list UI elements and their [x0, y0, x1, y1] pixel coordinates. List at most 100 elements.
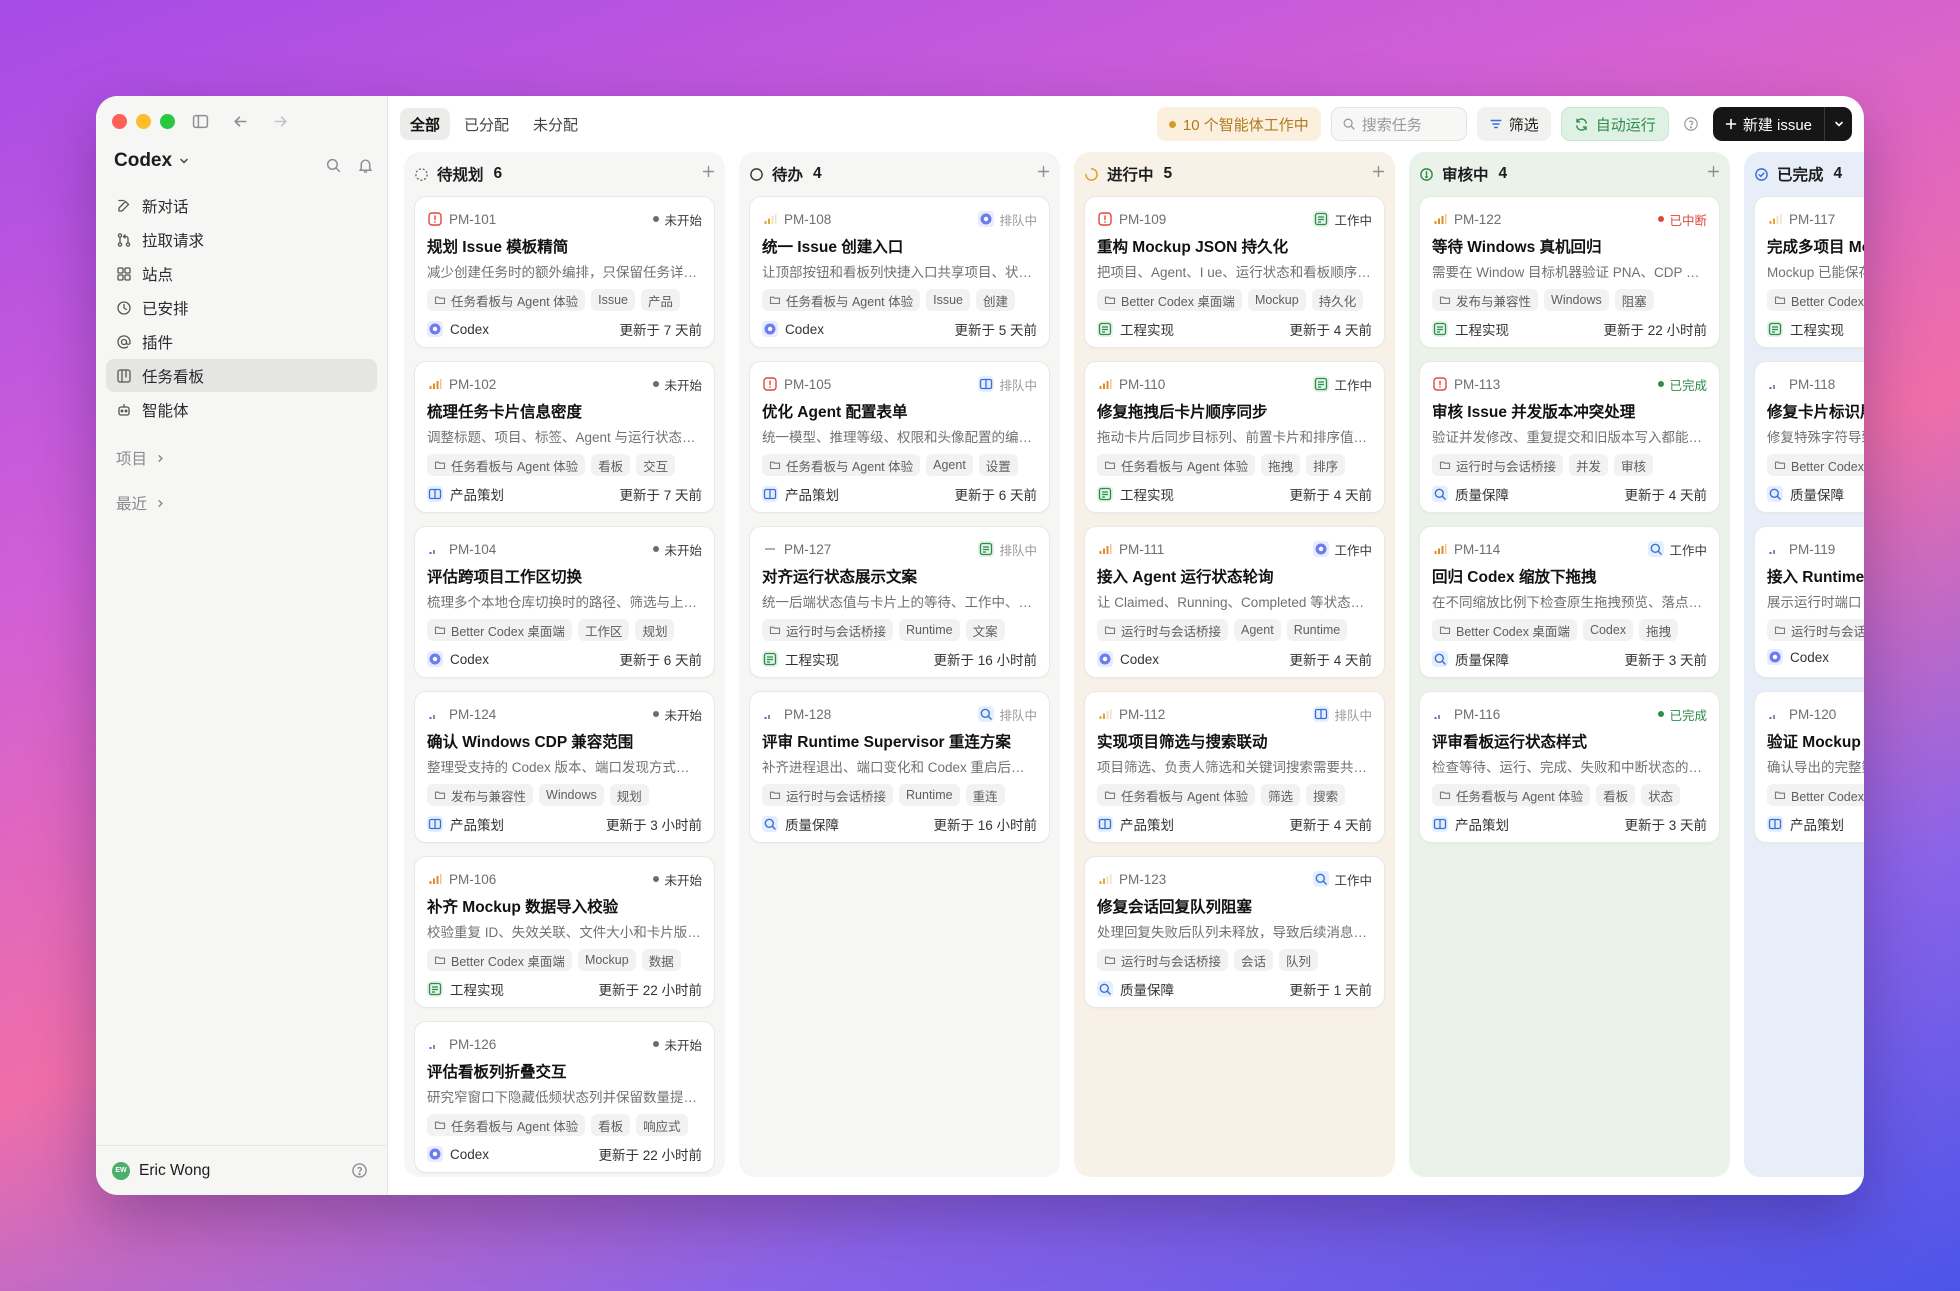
project-tag[interactable]: 任务看板与 Agent 体验	[762, 289, 921, 311]
label-tag[interactable]: Runtime	[899, 784, 960, 806]
sidebar-item-board[interactable]: 任务看板	[106, 359, 377, 392]
label-tag[interactable]: 产品	[641, 289, 681, 311]
sidebar-item-clock[interactable]: 已安排	[106, 291, 377, 324]
maximize-window-button[interactable]	[160, 114, 175, 129]
issue-card[interactable]: PM-124 未开始 确认 Windows CDP 兼容范围 整理受支持的 Codex…	[414, 691, 715, 843]
label-tag[interactable]: 看板	[1596, 784, 1636, 806]
label-tag[interactable]: 持久化	[1311, 289, 1364, 311]
label-tag[interactable]: 工作区	[577, 619, 630, 641]
label-tag[interactable]: 重连	[965, 784, 1005, 806]
project-tag[interactable]: 任务看板与 Agent 体验	[427, 454, 586, 476]
search-input[interactable]: 搜索任务	[1330, 107, 1467, 141]
issue-card[interactable]: PM-110 工作中 修复拖拽后卡片顺序同步 拖动卡片后同步目标列、前置卡片和排序值，…	[1084, 361, 1385, 513]
label-tag[interactable]: Runtime	[1286, 619, 1348, 641]
section-projects[interactable]: 项目	[116, 447, 166, 469]
label-tag[interactable]: 搜索	[1306, 784, 1346, 806]
label-tag[interactable]: 响应式	[636, 1114, 688, 1136]
label-tag[interactable]: Agent	[926, 454, 973, 476]
back-arrow-icon[interactable]	[228, 109, 252, 133]
forward-arrow-icon[interactable]	[268, 109, 292, 133]
project-tag[interactable]: 任务看板与 Agent 体验	[1097, 784, 1256, 806]
project-tag[interactable]: 运行时与会话桥接	[1097, 619, 1229, 641]
project-tag[interactable]: Better Codex 桌面端	[1767, 784, 1864, 806]
project-tag[interactable]: 运行时与会话桥接	[1097, 949, 1229, 971]
project-tag[interactable]: 运行时与会话桥接	[1432, 454, 1564, 476]
label-tag[interactable]: 看板	[591, 454, 631, 476]
label-tag[interactable]: Issue	[591, 289, 636, 311]
issue-card[interactable]: PM-128 排队中 评审 Runtime Supervisor 重连方案 补齐进程退…	[749, 691, 1050, 843]
label-tag[interactable]: 创建	[976, 289, 1016, 311]
label-tag[interactable]: 排序	[1306, 454, 1346, 476]
label-tag[interactable]: 规划	[609, 784, 649, 806]
issue-card[interactable]: PM-101 未开始 规划 Issue 模板精简 减少创建任务时的额外编排，只保留任务…	[414, 196, 715, 348]
label-tag[interactable]: 会话	[1234, 949, 1274, 971]
help-icon[interactable]	[1679, 112, 1703, 136]
project-tag[interactable]: 发布与兼容性	[1432, 289, 1539, 311]
project-tag[interactable]: Better Codex 桌面端	[427, 619, 572, 641]
project-tag[interactable]: 任务看板与 Agent 体验	[1097, 454, 1256, 476]
tab-1[interactable]: 已分配	[454, 108, 519, 140]
new-issue-dropdown[interactable]	[1824, 107, 1852, 141]
close-window-button[interactable]	[112, 114, 127, 129]
search-icon[interactable]	[321, 153, 345, 177]
section-recent[interactable]: 最近	[116, 492, 166, 514]
label-tag[interactable]: 规划	[635, 619, 675, 641]
label-tag[interactable]: Agent	[1234, 619, 1281, 641]
sidebar-toggle-icon[interactable]	[188, 109, 212, 133]
label-tag[interactable]: 阻塞	[1614, 289, 1654, 311]
project-tag[interactable]: Better Codex 桌面端	[1432, 619, 1577, 641]
issue-card[interactable]: PM-105 排队中 优化 Agent 配置表单 统一模型、推理等级、权限和头像配置的…	[749, 361, 1050, 513]
label-tag[interactable]: 状态	[1641, 784, 1681, 806]
project-tag[interactable]: Better Codex 桌面端	[1767, 454, 1864, 476]
label-tag[interactable]: Issue	[926, 289, 971, 311]
issue-card[interactable]: PM-114 工作中 回归 Codex 缩放下拖拽 在不同缩放比例下检查原生拖拽预览、…	[1419, 526, 1720, 678]
label-tag[interactable]: 交互	[636, 454, 676, 476]
label-tag[interactable]: Codex	[1582, 619, 1634, 641]
label-tag[interactable]: 队列	[1279, 949, 1319, 971]
issue-card[interactable]: PM-123 工作中修复会话回复队列阻塞处理回复失败后队列未释放，导致后续消息无法…	[1084, 856, 1385, 1008]
tab-0[interactable]: 全部	[400, 108, 451, 140]
project-tag[interactable]: 任务看板与 Agent 体验	[1432, 784, 1591, 806]
issue-card[interactable]: PM-108 排队中 统一 Issue 创建入口 让顶部按钮和看板列快捷入口共享项目、…	[749, 196, 1050, 348]
new-issue-main[interactable]: 新建 issue	[1713, 107, 1824, 141]
label-tag[interactable]: Windows	[1544, 289, 1609, 311]
autorun-button[interactable]: 自动运行	[1560, 107, 1669, 141]
filter-button[interactable]: 筛选	[1476, 107, 1551, 141]
project-tag[interactable]: Better Codex 桌面端	[1767, 289, 1864, 311]
project-tag[interactable]: 任务看板与 Agent 体验	[427, 1114, 586, 1136]
issue-card[interactable]: PM-119 接入 Runtime 事件展示运行时端口运行时与会话桥接 Codex	[1754, 526, 1864, 678]
project-tag[interactable]: 任务看板与 Agent 体验	[427, 289, 586, 311]
issue-card[interactable]: PM-117 完成多项目 Mockup Mockup 已能保存多个项目 Better …	[1754, 196, 1864, 348]
label-tag[interactable]: 文案	[965, 619, 1005, 641]
project-tag[interactable]: Better Codex 桌面端	[427, 949, 572, 971]
minimize-window-button[interactable]	[136, 114, 151, 129]
label-tag[interactable]: Mockup	[577, 949, 636, 971]
add-card-button[interactable]	[702, 165, 715, 183]
label-tag[interactable]: Runtime	[899, 619, 960, 641]
issue-card[interactable]: PM-118 修复卡片标识展示修复特殊字符导致 Better Codex 桌面端质量…	[1754, 361, 1864, 513]
label-tag[interactable]: 并发	[1569, 454, 1609, 476]
project-tag[interactable]: 发布与兼容性	[427, 784, 534, 806]
add-card-button[interactable]	[1037, 165, 1050, 183]
new-issue-button[interactable]: 新建 issue	[1712, 107, 1852, 141]
help-icon[interactable]	[347, 1159, 371, 1183]
label-tag[interactable]: Windows	[539, 784, 604, 806]
label-tag[interactable]: 数据	[641, 949, 681, 971]
sidebar-item-robot[interactable]: 智能体	[106, 393, 377, 426]
issue-card[interactable]: PM-104 未开始评估跨项目工作区切换梳理多个本地仓库切换时的路径、筛选与上下文…	[414, 526, 715, 678]
label-tag[interactable]: 拖拽	[1639, 619, 1679, 641]
label-tag[interactable]: Mockup	[1247, 289, 1306, 311]
issue-card[interactable]: PM-116 已完成评审看板运行状态样式检查等待、运行、完成、失败和中断状态的颜色…	[1419, 691, 1720, 843]
issue-card[interactable]: PM-127 排队中对齐运行状态展示文案统一后端状态值与卡片上的等待、工作中、完成…	[749, 526, 1050, 678]
label-tag[interactable]: 看板	[591, 1114, 631, 1136]
add-card-button[interactable]	[1707, 165, 1720, 183]
add-card-button[interactable]	[1372, 165, 1385, 183]
sidebar-item-pull-request[interactable]: 拉取请求	[106, 223, 377, 256]
user-profile[interactable]: EW Eric Wong	[96, 1145, 387, 1195]
label-tag[interactable]: 筛选	[1261, 784, 1301, 806]
tab-2[interactable]: 未分配	[523, 108, 588, 140]
workspace-switcher[interactable]: Codex	[114, 150, 190, 172]
project-tag[interactable]: 运行时与会话桥接	[762, 619, 894, 641]
issue-card[interactable]: PM-111 工作中 接入 Agent 运行状态轮询让 Claimed、Runnin…	[1084, 526, 1385, 678]
issue-card[interactable]: PM-122 已中断 等待 Windows 真机回归 需要在 Window 目标机器验…	[1419, 196, 1720, 348]
